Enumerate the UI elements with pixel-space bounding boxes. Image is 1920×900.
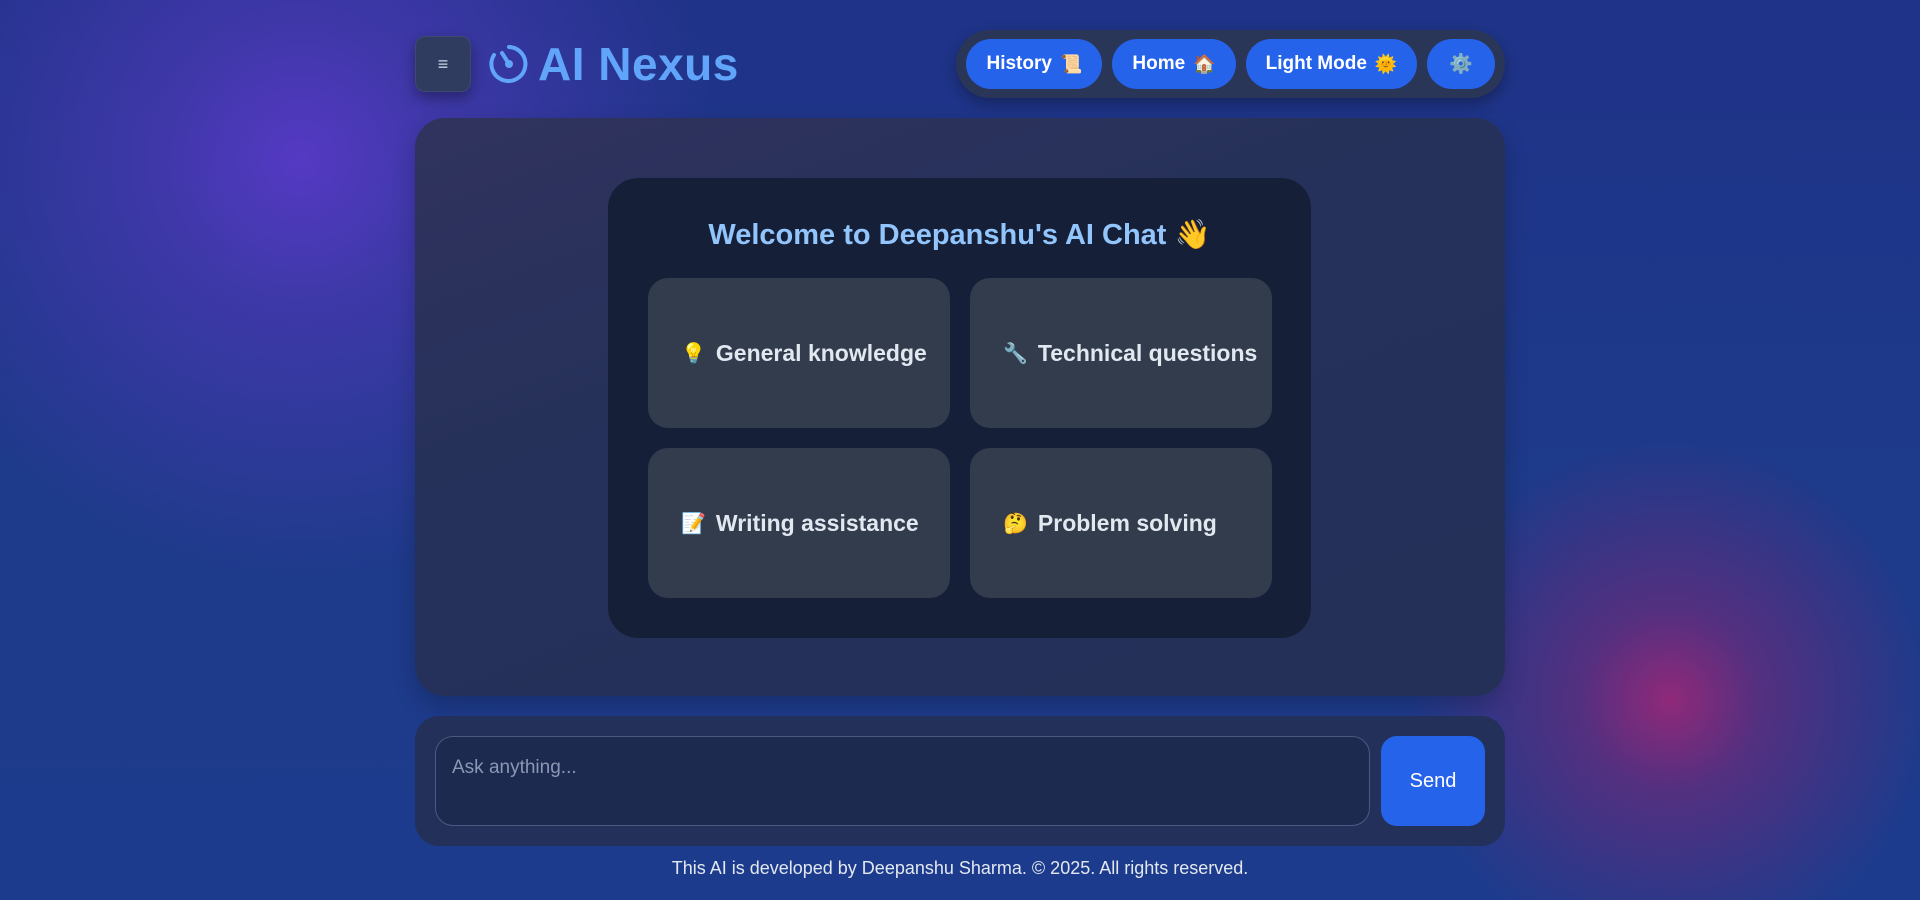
home-button[interactable]: Home 🏠 [1112,39,1236,89]
menu-button[interactable]: ≡ [415,36,471,92]
header: ≡ AI Nexus History 📜 Home 🏠 Light Mode 🌞… [415,30,1505,100]
composer: Send [415,716,1505,846]
light-mode-button[interactable]: Light Mode 🌞 [1245,39,1418,89]
history-button[interactable]: History 📜 [966,39,1103,89]
suggestion-label: Technical questions [1037,339,1258,366]
footer-text: This AI is developed by Deepanshu Sharma… [671,858,1249,878]
wrench-icon: 🔧 [1003,342,1028,365]
ask-input[interactable] [435,736,1370,826]
brand: AI Nexus [488,38,739,90]
app-title: AI Nexus [538,38,739,90]
scroll-icon: 📜 [1059,53,1083,74]
welcome-card: Welcome to Deepanshu's AI Chat 👋 💡 Gener… [608,178,1311,638]
home-label: Home [1132,53,1186,74]
settings-button[interactable]: ⚙️ [1427,39,1495,89]
spinner-logo-icon [488,43,530,85]
suggestion-label: Problem solving [1037,509,1217,536]
chat-panel: Welcome to Deepanshu's AI Chat 👋 💡 Gener… [415,118,1505,696]
top-nav: History 📜 Home 🏠 Light Mode 🌞 ⚙️ [956,30,1505,98]
suggestion-label: Writing assistance [715,509,919,536]
suggestion-technical-questions[interactable]: 🔧 Technical questions [970,278,1272,428]
suggestion-problem-solving[interactable]: 🤔 Problem solving [970,448,1272,598]
welcome-title: Welcome to Deepanshu's AI Chat 👋 [708,219,1211,251]
history-label: History [986,53,1052,74]
memo-icon: 📝 [681,512,706,535]
lightbulb-icon: 💡 [681,342,706,365]
thinking-face-icon: 🤔 [1003,512,1028,535]
suggestion-writing-assistance[interactable]: 📝 Writing assistance [648,448,950,598]
light-mode-label: Light Mode [1265,53,1367,74]
suggestion-label: General knowledge [715,339,927,366]
gear-icon: ⚙️ [1449,54,1473,75]
hamburger-icon: ≡ [437,53,449,74]
send-button[interactable]: Send [1381,736,1485,826]
house-icon: 🏠 [1193,53,1216,74]
app-page: ≡ AI Nexus History 📜 Home 🏠 Light Mode 🌞… [415,0,1505,900]
suggestion-general-knowledge[interactable]: 💡 General knowledge [648,278,950,428]
sun-icon: 🌞 [1374,53,1398,74]
